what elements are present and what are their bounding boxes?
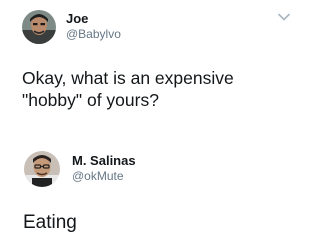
avatar-joe[interactable]	[22, 10, 56, 44]
user-handle[interactable]: @Babylvo	[66, 27, 121, 41]
display-name[interactable]: Joe	[66, 11, 88, 26]
tweet-reply[interactable]: M. Salinas @okMute Eating	[0, 134, 300, 250]
profile-photo-icon	[24, 151, 60, 187]
avatar-m-salinas[interactable]	[24, 151, 60, 187]
display-name[interactable]: M. Salinas	[72, 153, 136, 168]
tweet-text: Okay, what is an expensive "hobby" of yo…	[22, 68, 234, 110]
tweet-original[interactable]: Joe @Babylvo Okay, what is an expensive …	[0, 0, 300, 118]
user-handle[interactable]: @okMute	[72, 169, 124, 183]
tweet-text: Eating	[23, 212, 77, 233]
profile-photo-icon	[22, 10, 56, 44]
chevron-down-icon[interactable]	[278, 13, 290, 21]
